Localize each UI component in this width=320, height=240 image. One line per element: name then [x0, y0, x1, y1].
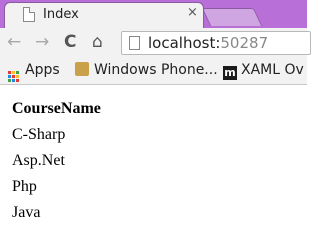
forward-arrow-icon[interactable]: → [35, 32, 49, 52]
reload-icon[interactable]: C [64, 32, 76, 52]
page-content: CourseName C-Sharp Asp.Net Php Java [12, 96, 101, 226]
bookmark-favicon [75, 62, 89, 76]
bookmark-label: Windows Phone... [94, 62, 218, 78]
m-logo-icon: m [223, 66, 237, 80]
apps-grid-icon [8, 71, 19, 82]
bookmarks-bar: Apps Windows Phone... m XAML Ov [0, 58, 307, 85]
bookmark-xaml[interactable]: m XAML Ov [223, 62, 304, 80]
page-icon [129, 36, 140, 50]
course-name-cell: Java [12, 204, 41, 221]
bookmark-label: Apps [25, 62, 60, 78]
tab-title: Index [43, 7, 79, 22]
address-url[interactable]: localhost:50287 [148, 34, 268, 52]
tab-index[interactable]: Index × [4, 2, 204, 28]
table-row: C-Sharp [12, 122, 101, 148]
bookmark-apps[interactable]: Apps [8, 62, 60, 82]
table-row: Php [12, 174, 101, 200]
course-name-cell: C-Sharp [12, 126, 66, 143]
back-arrow-icon[interactable]: ← [7, 32, 21, 52]
browser-tab-strip: Index × [0, 0, 307, 28]
course-name-cell: Asp.Net [12, 152, 65, 169]
bookmark-windows-phone[interactable]: Windows Phone... [75, 62, 218, 78]
address-bar[interactable]: localhost:50287 [121, 31, 311, 55]
table-row: Asp.Net [12, 148, 101, 174]
column-header-coursename: CourseName [12, 100, 101, 117]
browser-toolbar: ← → C ⌂ localhost:50287 [0, 28, 311, 58]
home-icon[interactable]: ⌂ [92, 32, 103, 52]
page-favicon-icon [23, 7, 35, 22]
bookmark-label: XAML Ov [241, 62, 304, 78]
tab-close-icon[interactable]: × [187, 5, 198, 20]
table-row: Java [12, 200, 101, 226]
course-table: CourseName C-Sharp Asp.Net Php Java [12, 96, 101, 226]
course-name-cell: Php [12, 178, 37, 195]
new-tab-button[interactable] [201, 8, 263, 26]
